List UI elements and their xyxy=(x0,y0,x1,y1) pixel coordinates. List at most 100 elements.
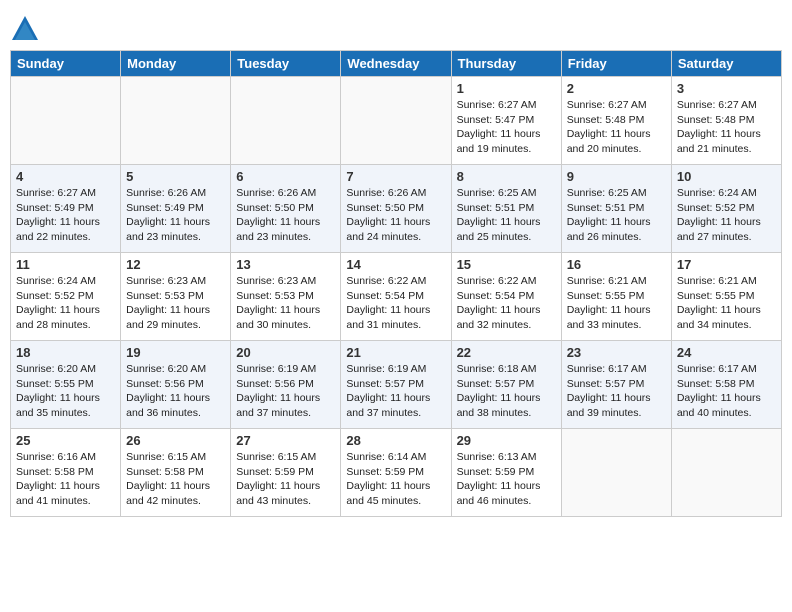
day-info: Sunrise: 6:25 AM Sunset: 5:51 PM Dayligh… xyxy=(567,186,666,245)
calendar-header-row: SundayMondayTuesdayWednesdayThursdayFrid… xyxy=(11,51,782,77)
day-cell: 11 Sunrise: 6:24 AM Sunset: 5:52 PM Dayli… xyxy=(11,253,121,341)
day-cell: 29 Sunrise: 6:13 AM Sunset: 5:59 PM Dayli… xyxy=(451,429,561,517)
day-cell: 14 Sunrise: 6:22 AM Sunset: 5:54 PM Dayli… xyxy=(341,253,451,341)
day-number: 4 xyxy=(16,169,115,184)
day-number: 15 xyxy=(457,257,556,272)
day-info: Sunrise: 6:21 AM Sunset: 5:55 PM Dayligh… xyxy=(677,274,776,333)
day-cell: 26 Sunrise: 6:15 AM Sunset: 5:58 PM Dayli… xyxy=(121,429,231,517)
day-number: 26 xyxy=(126,433,225,448)
day-info: Sunrise: 6:22 AM Sunset: 5:54 PM Dayligh… xyxy=(457,274,556,333)
day-info: Sunrise: 6:19 AM Sunset: 5:57 PM Dayligh… xyxy=(346,362,445,421)
day-number: 21 xyxy=(346,345,445,360)
day-cell: 7 Sunrise: 6:26 AM Sunset: 5:50 PM Daylig… xyxy=(341,165,451,253)
day-number: 2 xyxy=(567,81,666,96)
day-cell: 9 Sunrise: 6:25 AM Sunset: 5:51 PM Daylig… xyxy=(561,165,671,253)
day-number: 28 xyxy=(346,433,445,448)
column-header-wednesday: Wednesday xyxy=(341,51,451,77)
day-number: 10 xyxy=(677,169,776,184)
day-info: Sunrise: 6:26 AM Sunset: 5:49 PM Dayligh… xyxy=(126,186,225,245)
day-number: 5 xyxy=(126,169,225,184)
day-cell: 13 Sunrise: 6:23 AM Sunset: 5:53 PM Dayli… xyxy=(231,253,341,341)
day-info: Sunrise: 6:23 AM Sunset: 5:53 PM Dayligh… xyxy=(126,274,225,333)
day-cell: 28 Sunrise: 6:14 AM Sunset: 5:59 PM Dayli… xyxy=(341,429,451,517)
column-header-monday: Monday xyxy=(121,51,231,77)
day-info: Sunrise: 6:19 AM Sunset: 5:56 PM Dayligh… xyxy=(236,362,335,421)
day-number: 11 xyxy=(16,257,115,272)
week-row-3: 11 Sunrise: 6:24 AM Sunset: 5:52 PM Dayli… xyxy=(11,253,782,341)
day-cell: 1Sunrise: 6:27 AM Sunset: 5:47 PM Daylig… xyxy=(451,77,561,165)
day-info: Sunrise: 6:26 AM Sunset: 5:50 PM Dayligh… xyxy=(346,186,445,245)
day-number: 19 xyxy=(126,345,225,360)
day-cell: 18 Sunrise: 6:20 AM Sunset: 5:55 PM Dayli… xyxy=(11,341,121,429)
day-cell: 24 Sunrise: 6:17 AM Sunset: 5:58 PM Dayli… xyxy=(671,341,781,429)
day-number: 24 xyxy=(677,345,776,360)
day-cell: 25 Sunrise: 6:16 AM Sunset: 5:58 PM Dayli… xyxy=(11,429,121,517)
week-row-1: 1Sunrise: 6:27 AM Sunset: 5:47 PM Daylig… xyxy=(11,77,782,165)
day-info: Sunrise: 6:27 AM Sunset: 5:48 PM Dayligh… xyxy=(567,98,666,157)
column-header-friday: Friday xyxy=(561,51,671,77)
day-cell: 6 Sunrise: 6:26 AM Sunset: 5:50 PM Daylig… xyxy=(231,165,341,253)
day-number: 17 xyxy=(677,257,776,272)
day-number: 13 xyxy=(236,257,335,272)
day-info: Sunrise: 6:22 AM Sunset: 5:54 PM Dayligh… xyxy=(346,274,445,333)
day-cell: 2 Sunrise: 6:27 AM Sunset: 5:48 PM Daylig… xyxy=(561,77,671,165)
day-info: Sunrise: 6:14 AM Sunset: 5:59 PM Dayligh… xyxy=(346,450,445,509)
day-cell xyxy=(231,77,341,165)
day-number: 29 xyxy=(457,433,556,448)
day-cell: 16 Sunrise: 6:21 AM Sunset: 5:55 PM Dayli… xyxy=(561,253,671,341)
column-header-tuesday: Tuesday xyxy=(231,51,341,77)
page-header xyxy=(10,10,782,44)
day-info: Sunrise: 6:20 AM Sunset: 5:55 PM Dayligh… xyxy=(16,362,115,421)
day-info: Sunrise: 6:20 AM Sunset: 5:56 PM Dayligh… xyxy=(126,362,225,421)
day-cell: 3Sunrise: 6:27 AM Sunset: 5:48 PM Daylig… xyxy=(671,77,781,165)
day-cell xyxy=(561,429,671,517)
day-info: Sunrise: 6:27 AM Sunset: 5:48 PM Dayligh… xyxy=(677,98,776,157)
week-row-2: 4 Sunrise: 6:27 AM Sunset: 5:49 PM Daylig… xyxy=(11,165,782,253)
day-cell: 17 Sunrise: 6:21 AM Sunset: 5:55 PM Dayli… xyxy=(671,253,781,341)
day-number: 16 xyxy=(567,257,666,272)
day-number: 9 xyxy=(567,169,666,184)
day-number: 7 xyxy=(346,169,445,184)
day-cell: 8 Sunrise: 6:25 AM Sunset: 5:51 PM Daylig… xyxy=(451,165,561,253)
day-info: Sunrise: 6:21 AM Sunset: 5:55 PM Dayligh… xyxy=(567,274,666,333)
day-info: Sunrise: 6:24 AM Sunset: 5:52 PM Dayligh… xyxy=(677,186,776,245)
day-info: Sunrise: 6:17 AM Sunset: 5:58 PM Dayligh… xyxy=(677,362,776,421)
day-info: Sunrise: 6:16 AM Sunset: 5:58 PM Dayligh… xyxy=(16,450,115,509)
day-cell xyxy=(341,77,451,165)
day-cell: 27 Sunrise: 6:15 AM Sunset: 5:59 PM Dayli… xyxy=(231,429,341,517)
day-info: Sunrise: 6:27 AM Sunset: 5:47 PM Dayligh… xyxy=(457,98,556,157)
day-info: Sunrise: 6:13 AM Sunset: 5:59 PM Dayligh… xyxy=(457,450,556,509)
logo-icon xyxy=(10,14,40,44)
column-header-sunday: Sunday xyxy=(11,51,121,77)
day-info: Sunrise: 6:15 AM Sunset: 5:58 PM Dayligh… xyxy=(126,450,225,509)
day-number: 18 xyxy=(16,345,115,360)
day-cell: 15 Sunrise: 6:22 AM Sunset: 5:54 PM Dayli… xyxy=(451,253,561,341)
day-info: Sunrise: 6:24 AM Sunset: 5:52 PM Dayligh… xyxy=(16,274,115,333)
day-cell: 5 Sunrise: 6:26 AM Sunset: 5:49 PM Daylig… xyxy=(121,165,231,253)
logo xyxy=(10,14,44,44)
day-info: Sunrise: 6:15 AM Sunset: 5:59 PM Dayligh… xyxy=(236,450,335,509)
day-cell: 23Sunrise: 6:17 AM Sunset: 5:57 PM Dayli… xyxy=(561,341,671,429)
week-row-4: 18 Sunrise: 6:20 AM Sunset: 5:55 PM Dayli… xyxy=(11,341,782,429)
day-cell: 12 Sunrise: 6:23 AM Sunset: 5:53 PM Dayli… xyxy=(121,253,231,341)
day-cell: 10 Sunrise: 6:24 AM Sunset: 5:52 PM Dayli… xyxy=(671,165,781,253)
day-number: 6 xyxy=(236,169,335,184)
day-number: 25 xyxy=(16,433,115,448)
day-number: 14 xyxy=(346,257,445,272)
week-row-5: 25 Sunrise: 6:16 AM Sunset: 5:58 PM Dayli… xyxy=(11,429,782,517)
day-cell xyxy=(121,77,231,165)
day-cell: 20 Sunrise: 6:19 AM Sunset: 5:56 PM Dayli… xyxy=(231,341,341,429)
day-number: 12 xyxy=(126,257,225,272)
day-info: Sunrise: 6:23 AM Sunset: 5:53 PM Dayligh… xyxy=(236,274,335,333)
day-info: Sunrise: 6:26 AM Sunset: 5:50 PM Dayligh… xyxy=(236,186,335,245)
day-info: Sunrise: 6:27 AM Sunset: 5:49 PM Dayligh… xyxy=(16,186,115,245)
day-info: Sunrise: 6:25 AM Sunset: 5:51 PM Dayligh… xyxy=(457,186,556,245)
day-number: 8 xyxy=(457,169,556,184)
day-number: 20 xyxy=(236,345,335,360)
day-cell xyxy=(671,429,781,517)
day-cell xyxy=(11,77,121,165)
day-cell: 4 Sunrise: 6:27 AM Sunset: 5:49 PM Daylig… xyxy=(11,165,121,253)
day-number: 27 xyxy=(236,433,335,448)
column-header-saturday: Saturday xyxy=(671,51,781,77)
day-cell: 22Sunrise: 6:18 AM Sunset: 5:57 PM Dayli… xyxy=(451,341,561,429)
